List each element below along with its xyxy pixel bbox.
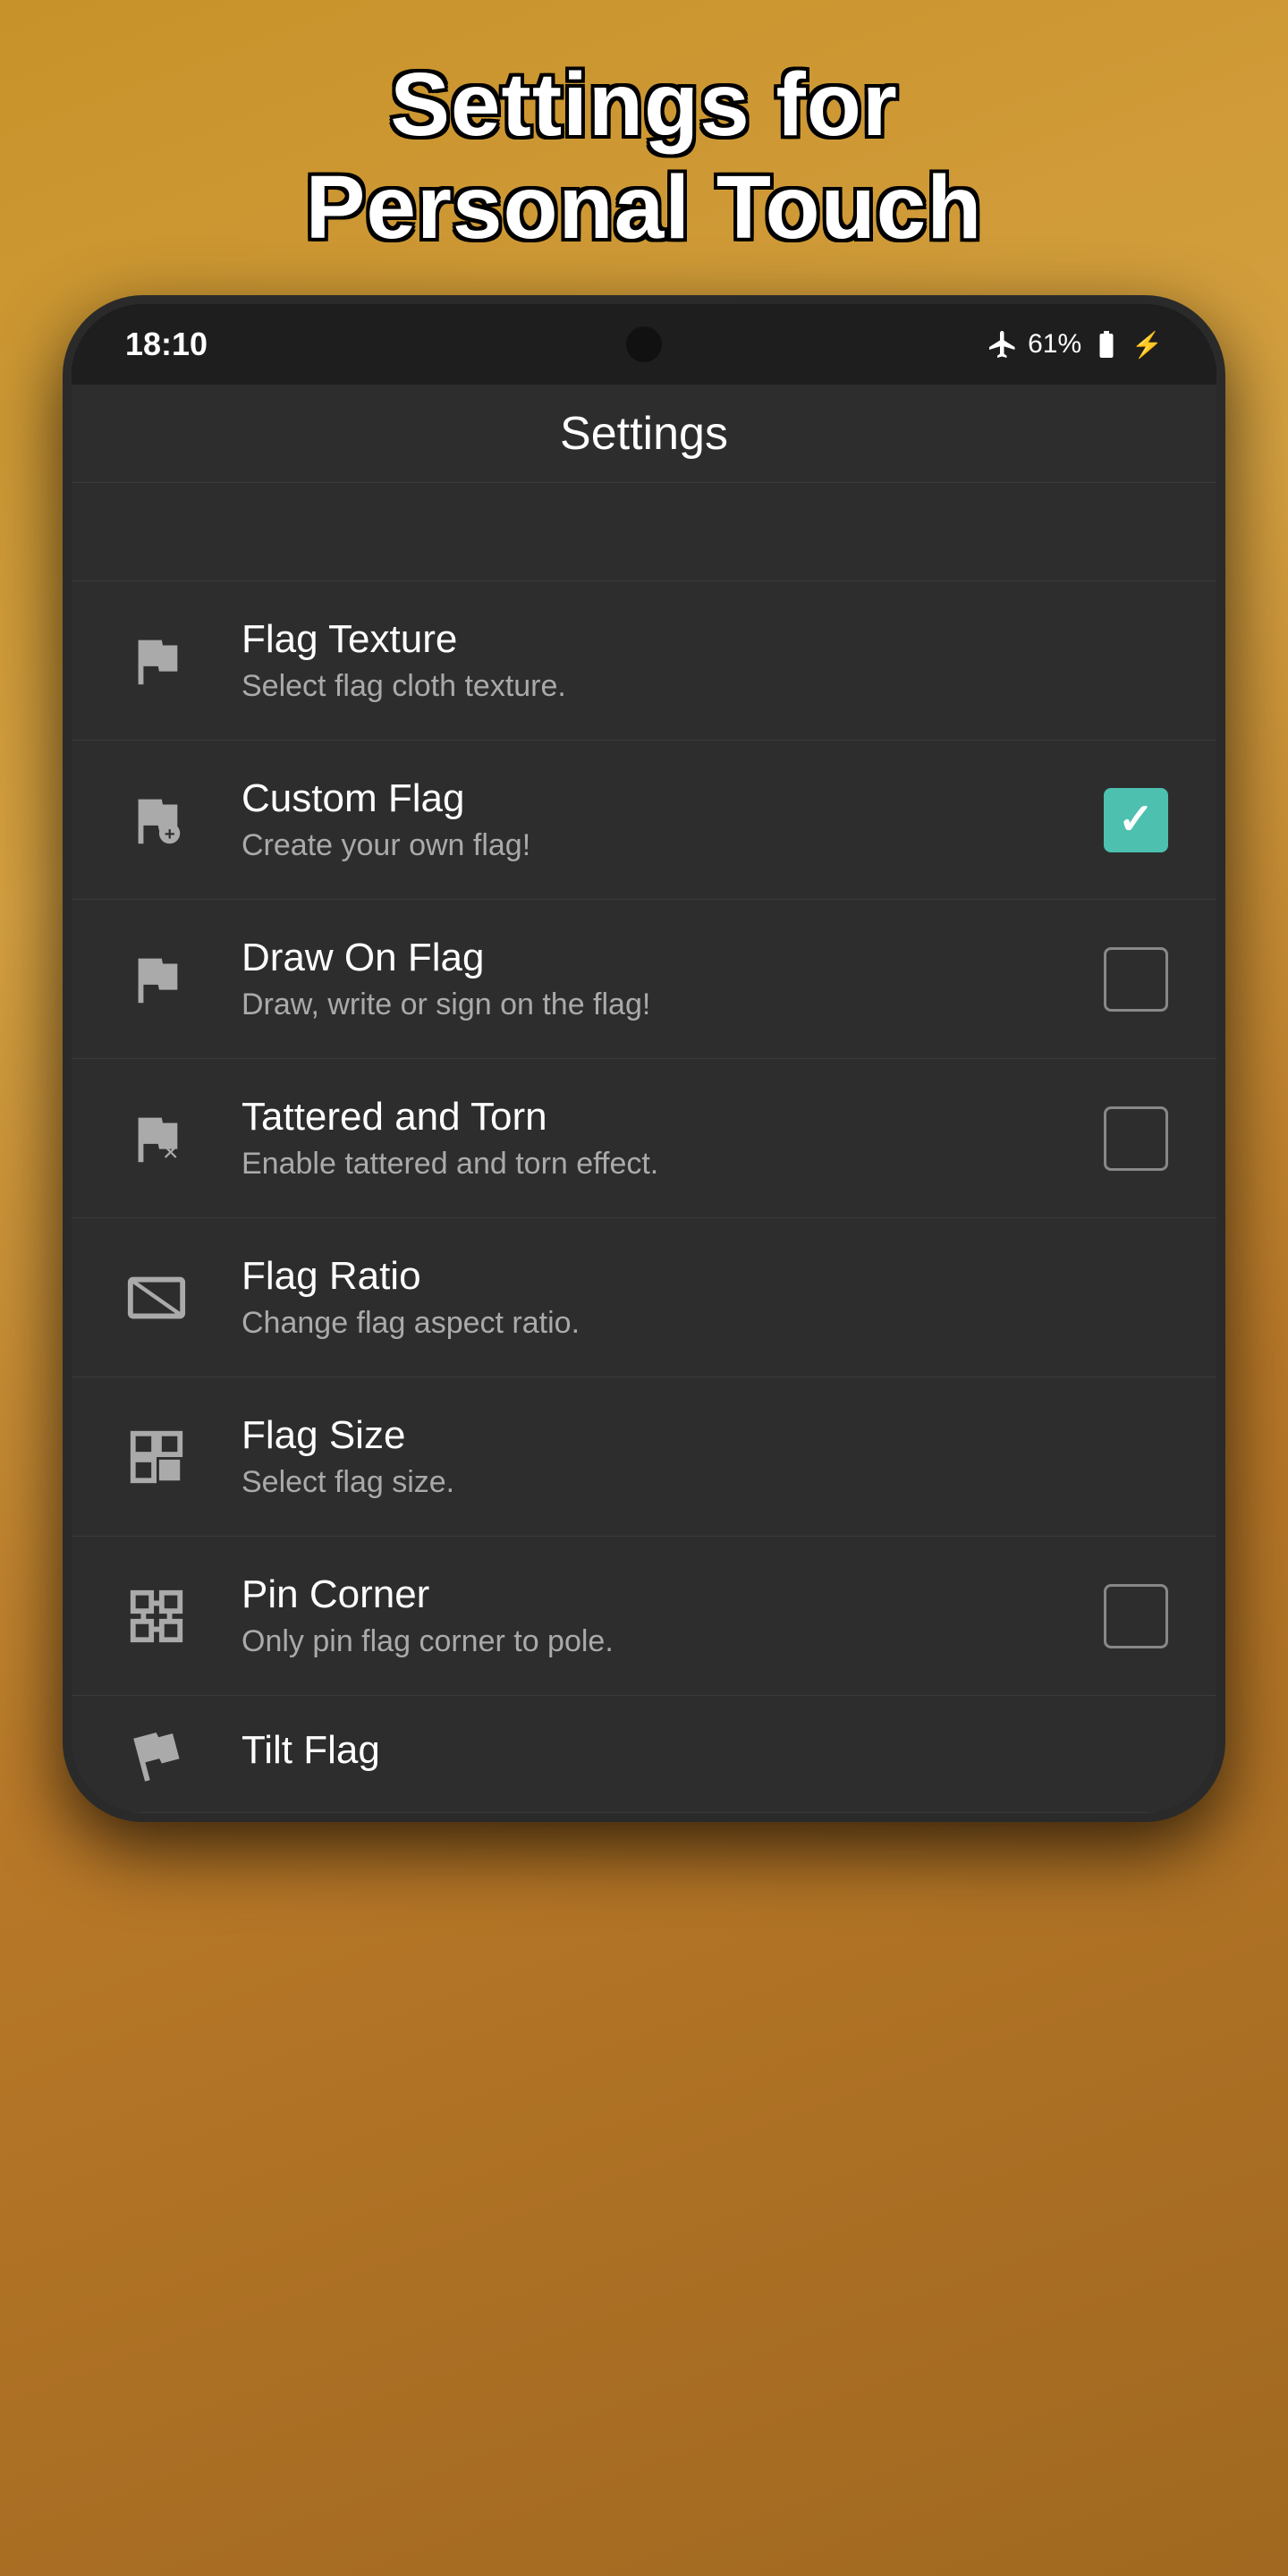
flag-texture-title: Flag Texture — [242, 617, 1172, 662]
pin-corner-icon — [116, 1576, 197, 1657]
pin-corner-text: Pin Corner Only pin flag corner to pole. — [242, 1572, 1100, 1659]
battery-text: 61% — [1028, 329, 1081, 360]
airplane-icon — [987, 328, 1019, 360]
status-time: 18:10 — [125, 326, 208, 363]
pin-corner-checkbox[interactable] — [1100, 1580, 1172, 1652]
draw-on-flag-subtitle: Draw, write or sign on the flag! — [242, 987, 1100, 1022]
custom-flag-text: Custom Flag Create your own flag! — [242, 776, 1100, 863]
tilt-flag-text: Tilt Flag — [242, 1728, 1172, 1780]
charging-icon: ⚡ — [1131, 330, 1163, 360]
custom-flag-icon: + — [116, 780, 197, 860]
app-bar: Settings — [72, 385, 1216, 483]
flag-size-title: Flag Size — [242, 1413, 1172, 1458]
tattered-torn-subtitle: Enable tattered and torn effect. — [242, 1147, 1100, 1182]
tilt-flag-title: Tilt Flag — [242, 1728, 1172, 1773]
tattered-torn-text: Tattered and Torn Enable tattered and to… — [242, 1095, 1100, 1182]
tattered-torn-icon: ✕ — [116, 1098, 197, 1179]
settings-item-flag-size[interactable]: Flag Size Select flag size. — [72, 1377, 1216, 1537]
flag-size-subtitle: Select flag size. — [242, 1465, 1172, 1500]
title-line1: Settings for — [390, 55, 898, 155]
pin-corner-title: Pin Corner — [242, 1572, 1100, 1617]
pin-corner-subtitle: Only pin flag corner to pole. — [242, 1624, 1100, 1659]
flag-size-text: Flag Size Select flag size. — [242, 1413, 1172, 1500]
draw-on-flag-text: Draw On Flag Draw, write or sign on the … — [242, 936, 1100, 1022]
flag-texture-icon — [116, 621, 197, 701]
settings-item-custom-flag[interactable]: + Custom Flag Create your own flag! — [72, 741, 1216, 900]
flag-size-icon — [116, 1417, 197, 1497]
checkbox-checked-indicator — [1104, 788, 1168, 852]
flag-texture-text: Flag Texture Select flag cloth texture. — [242, 617, 1172, 704]
section-space — [72, 483, 1216, 581]
flag-ratio-icon — [116, 1258, 197, 1338]
custom-flag-subtitle: Create your own flag! — [242, 828, 1100, 863]
draw-on-flag-title: Draw On Flag — [242, 936, 1100, 980]
page-title: Settings for Personal Touch — [306, 54, 983, 259]
draw-on-flag-checkbox[interactable] — [1100, 944, 1172, 1015]
camera-notch — [626, 326, 662, 362]
flag-ratio-text: Flag Ratio Change flag aspect ratio. — [242, 1254, 1172, 1341]
battery-icon — [1090, 328, 1123, 360]
app-bar-title: Settings — [560, 407, 728, 461]
checkbox-unchecked-indicator — [1104, 1584, 1168, 1648]
flag-texture-subtitle: Select flag cloth texture. — [242, 669, 1172, 704]
custom-flag-checkbox[interactable] — [1100, 784, 1172, 856]
settings-item-flag-texture[interactable]: Flag Texture Select flag cloth texture. — [72, 581, 1216, 741]
settings-item-tilt-flag[interactable]: Tilt Flag — [72, 1696, 1216, 1813]
settings-item-pin-corner[interactable]: Pin Corner Only pin flag corner to pole. — [72, 1537, 1216, 1696]
settings-item-tattered-torn[interactable]: ✕ Tattered and Torn Enable tattered and … — [72, 1059, 1216, 1218]
status-icons: 61% ⚡ — [987, 328, 1163, 360]
side-button — [1216, 662, 1225, 769]
settings-item-draw-on-flag[interactable]: Draw On Flag Draw, write or sign on the … — [72, 900, 1216, 1059]
checkbox-unchecked-indicator — [1104, 947, 1168, 1012]
status-bar: 18:10 61% ⚡ — [72, 304, 1216, 385]
flag-ratio-subtitle: Change flag aspect ratio. — [242, 1306, 1172, 1341]
tattered-torn-title: Tattered and Torn — [242, 1095, 1100, 1140]
custom-flag-title: Custom Flag — [242, 776, 1100, 821]
settings-item-flag-ratio[interactable]: Flag Ratio Change flag aspect ratio. — [72, 1218, 1216, 1377]
checkbox-unchecked-indicator — [1104, 1106, 1168, 1171]
draw-on-flag-icon — [116, 939, 197, 1020]
settings-list: Flag Texture Select flag cloth texture. … — [72, 483, 1216, 1813]
tattered-torn-checkbox[interactable] — [1100, 1103, 1172, 1174]
title-line2: Personal Touch — [306, 157, 983, 258]
tilt-flag-icon — [116, 1714, 197, 1794]
svg-text:+: + — [165, 824, 175, 843]
svg-text:✕: ✕ — [162, 1140, 180, 1164]
phone-shell: 18:10 61% ⚡ Settings — [63, 295, 1225, 1822]
flag-ratio-title: Flag Ratio — [242, 1254, 1172, 1299]
